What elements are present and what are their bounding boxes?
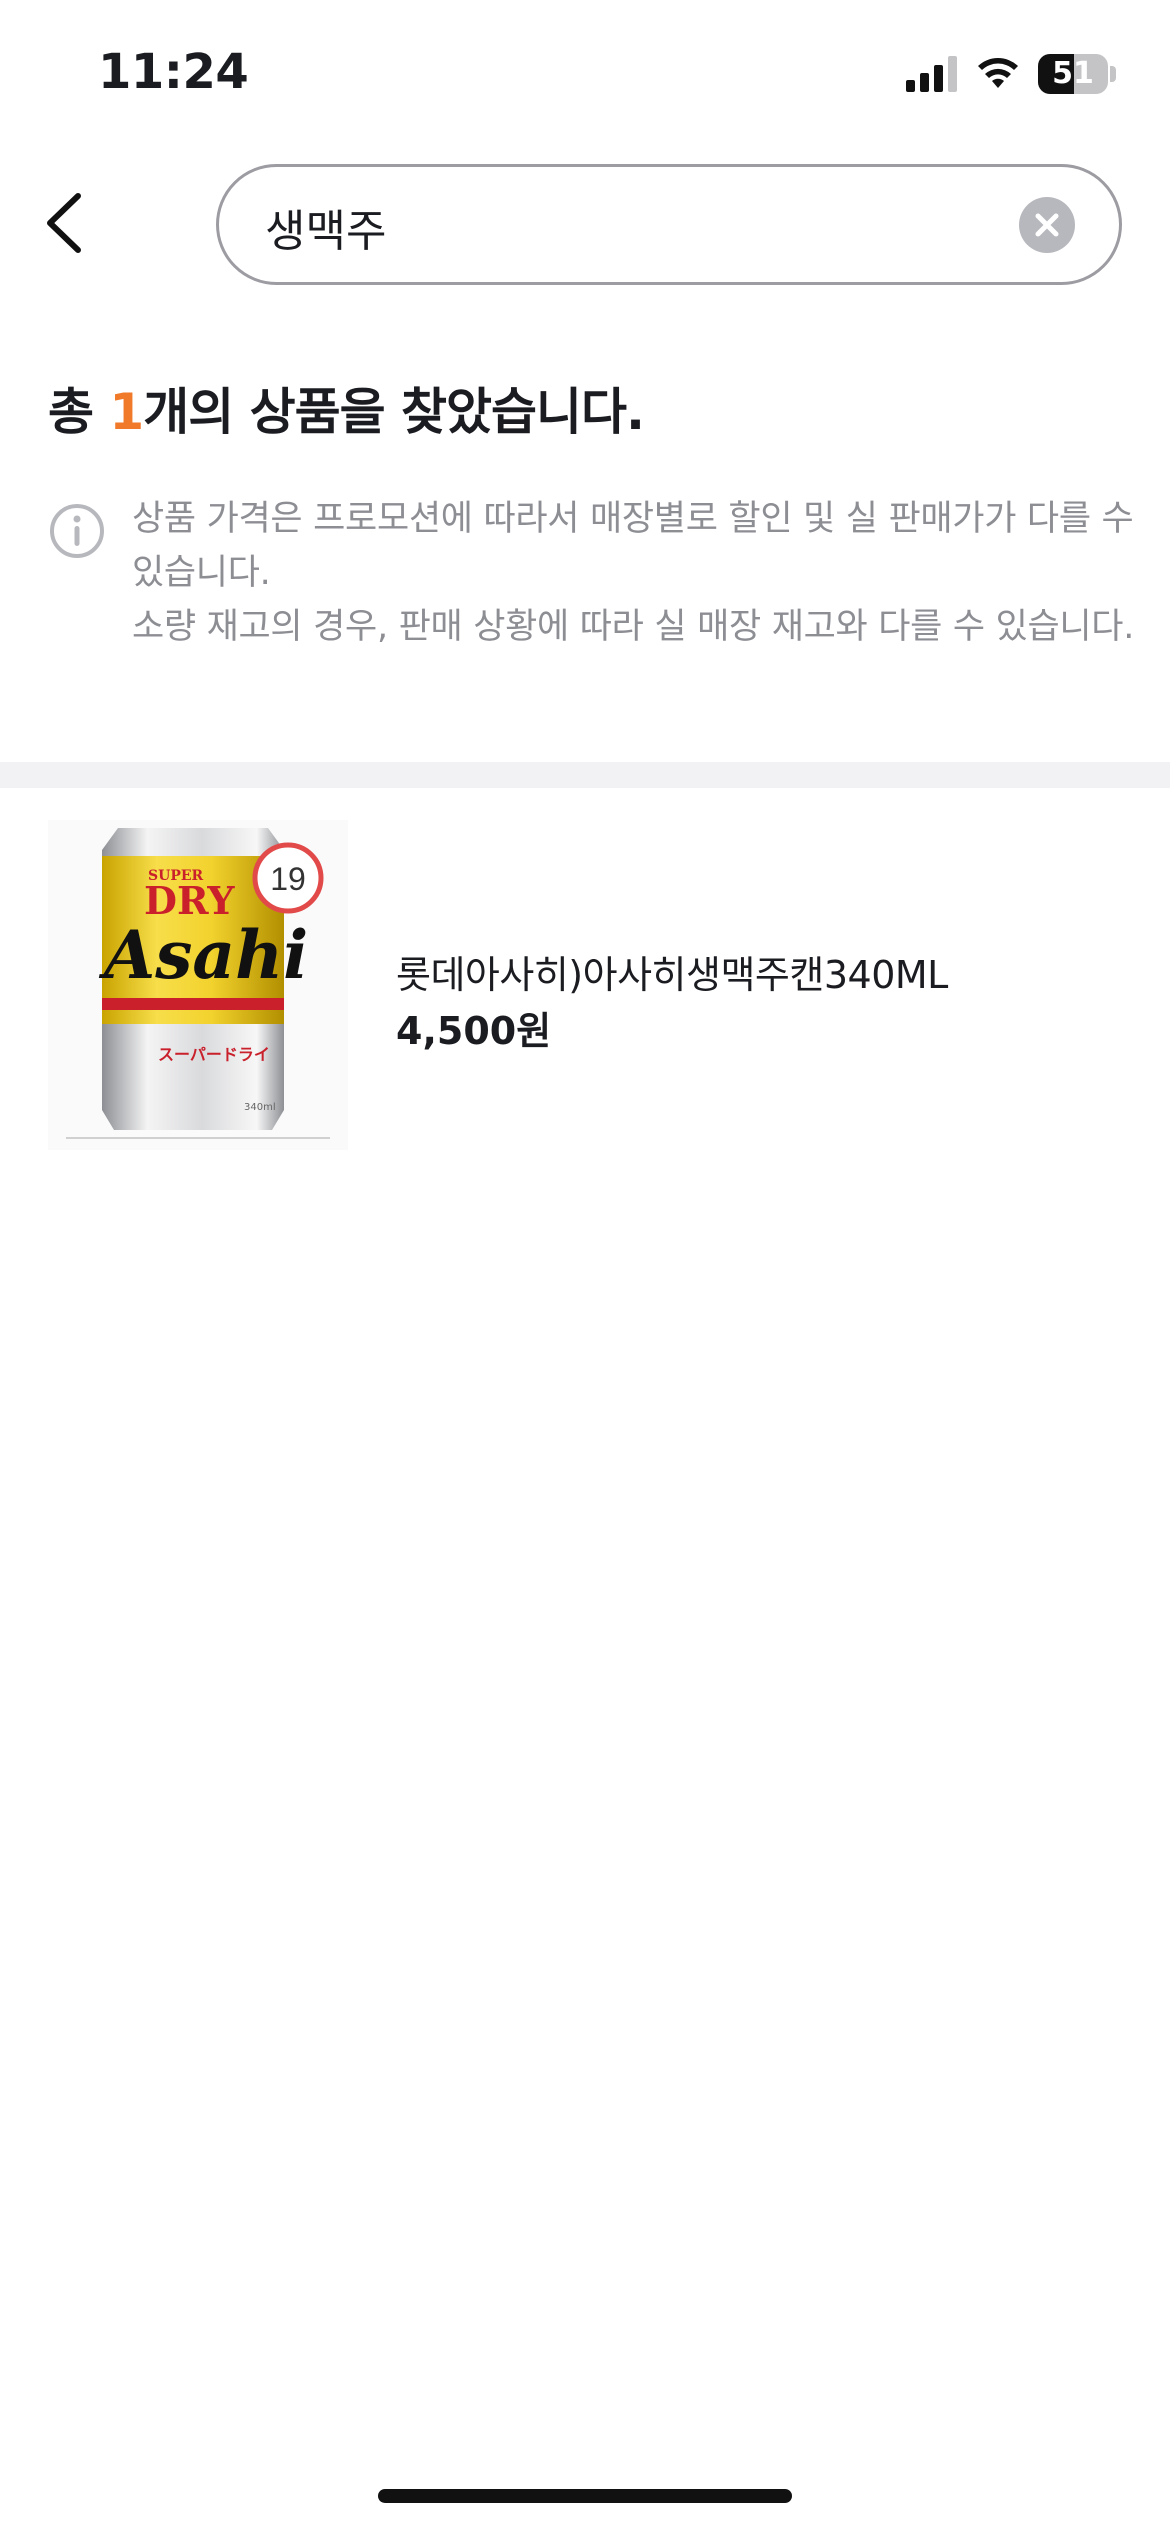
status-bar: 11:24 51 (0, 0, 1170, 150)
result-count: 1 (109, 383, 144, 441)
home-indicator[interactable] (378, 2489, 792, 2503)
age-badge-text: 19 (270, 861, 306, 897)
product-name[interactable]: 롯데아사히)아사히생맥주캔340ML (396, 944, 948, 999)
wifi-icon (978, 58, 1018, 88)
product-price: 4,500원 (396, 1009, 552, 1053)
product-image[interactable]: SUPER DRY Asahi スーパードライ 340ml 19 (48, 820, 348, 1150)
status-time: 11:24 (98, 44, 249, 100)
can-label-brand: Asahi (98, 916, 308, 994)
battery-icon: 51 (1038, 54, 1108, 94)
battery-level: 51 (1052, 56, 1094, 91)
signal-icon (906, 56, 957, 92)
notice-line-2: 소량 재고의 경우, 판매 상황에 따라 실 매장 재고와 다를 수 있습니다. (132, 607, 1135, 647)
can-red-stripe (102, 998, 284, 1010)
clear-search-button[interactable] (1019, 197, 1075, 253)
section-divider (0, 762, 1170, 788)
info-icon (50, 504, 104, 558)
battery-tip (1110, 66, 1116, 82)
chevron-left-icon (47, 193, 81, 253)
result-title-prefix: 총 (48, 383, 110, 441)
can-label-katakana: スーパードライ (158, 1045, 270, 1064)
notice-line-1: 상품 가격은 프로모션에 따라서 매장별로 할인 및 실 판매가가 다를 수 있… (132, 499, 1134, 593)
clear-circle-icon (1035, 213, 1059, 237)
age-restriction-badge: 19 (252, 842, 324, 914)
search-input-value[interactable]: 생맥주 (265, 195, 386, 259)
notice-text: 상품 가격은 프로모션에 따라서 매장별로 할인 및 실 판매가가 다를 수 있… (132, 492, 1142, 654)
can-label-volume: 340ml (244, 1102, 276, 1113)
product-list-item[interactable]: SUPER DRY Asahi スーパードライ 340ml 19 롯데아사히)아… (0, 790, 1170, 1170)
search-input[interactable]: 생맥주 (216, 164, 1122, 285)
result-title-suffix: 개의 상품을 찾았습니다. (143, 383, 645, 441)
result-count-title: 총 1개의 상품을 찾았습니다. (48, 372, 645, 444)
back-button[interactable] (34, 188, 104, 258)
